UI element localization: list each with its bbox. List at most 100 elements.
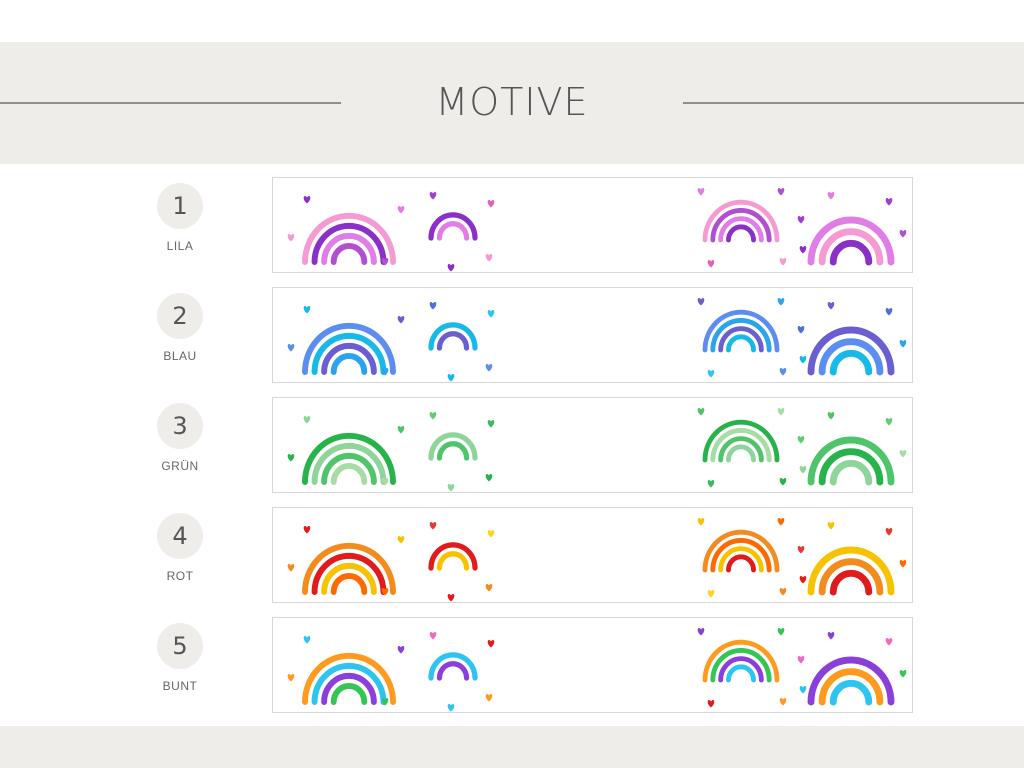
heart-icon <box>707 480 715 488</box>
footer-band <box>0 726 1024 768</box>
motif-number-badge: 1 <box>157 183 203 229</box>
heart-icon <box>429 302 437 310</box>
rainbow-pattern <box>287 188 907 272</box>
heart-icon <box>797 436 805 444</box>
heart-icon <box>827 302 835 310</box>
rainbow-icon <box>807 656 895 706</box>
heart-icon <box>397 536 405 544</box>
motif-number-badge: 2 <box>157 293 203 339</box>
heart-icon <box>797 656 805 664</box>
motif-number-badge: 5 <box>157 623 203 669</box>
heart-icon <box>885 198 893 206</box>
heart-icon <box>287 674 295 682</box>
heart-icon <box>287 454 295 462</box>
heart-icon <box>797 216 805 224</box>
heart-icon <box>487 640 495 648</box>
heart-icon <box>485 254 493 262</box>
heart-icon <box>487 310 495 318</box>
header-band: MOTIVE <box>0 42 1024 164</box>
heart-icon <box>799 686 807 694</box>
heart-icon <box>707 260 715 268</box>
motif-number-badge: 3 <box>157 403 203 449</box>
motif-row[interactable]: 4 ROT <box>0 507 1024 605</box>
rainbow-icon <box>302 432 396 485</box>
rainbow-icon <box>702 199 780 243</box>
heart-icon <box>487 530 495 538</box>
rainbow-icon <box>807 326 895 376</box>
heart-icon <box>487 200 495 208</box>
rainbow-pattern <box>287 628 907 712</box>
motif-label: ROT <box>166 569 194 583</box>
rainbow-icon <box>702 639 780 683</box>
rainbow-icon <box>428 652 478 681</box>
heart-icon <box>779 588 787 596</box>
heart-icon <box>899 230 907 238</box>
heart-icon <box>287 564 295 572</box>
heart-icon <box>777 628 785 636</box>
heart-icon <box>899 560 907 568</box>
heart-icon <box>797 326 805 334</box>
heart-icon <box>303 196 311 204</box>
heart-icon <box>707 590 715 598</box>
heart-icon <box>447 704 455 712</box>
rainbow-pattern <box>287 518 907 602</box>
rainbow-pattern-strip <box>272 177 913 273</box>
heart-icon <box>429 412 437 420</box>
rainbow-icon <box>428 322 478 351</box>
heart-icon <box>303 416 311 424</box>
heart-icon <box>487 420 495 428</box>
heart-icon <box>779 258 787 266</box>
heart-icon <box>885 528 893 536</box>
heart-icon <box>777 518 785 526</box>
heart-icon <box>777 298 785 306</box>
heart-icon <box>397 206 405 214</box>
heart-icon <box>697 518 705 526</box>
heart-icon <box>707 700 715 708</box>
motif-row[interactable]: 2 BLAU <box>0 287 1024 385</box>
heart-icon <box>397 426 405 434</box>
heart-icon <box>485 694 493 702</box>
heart-icon <box>447 484 455 492</box>
heart-icon <box>447 264 455 272</box>
motif-label: LILA <box>166 239 194 253</box>
motif-row[interactable]: 1 LILA <box>0 177 1024 275</box>
heart-icon <box>707 370 715 378</box>
heart-icon <box>697 298 705 306</box>
heart-icon <box>697 408 705 416</box>
rainbow-pattern <box>287 298 907 382</box>
heart-icon <box>697 188 705 196</box>
heart-icon <box>397 646 405 654</box>
rainbow-icon <box>428 542 478 571</box>
heart-icon <box>827 522 835 530</box>
heart-icon <box>799 576 807 584</box>
rainbow-icon <box>302 212 396 265</box>
heart-icon <box>885 638 893 646</box>
rainbow-icon <box>807 546 895 596</box>
heart-icon <box>779 368 787 376</box>
heart-icon <box>429 192 437 200</box>
heart-icon <box>827 192 835 200</box>
heart-icon <box>899 340 907 348</box>
rainbow-pattern-strip <box>272 617 913 713</box>
heart-icon <box>799 246 807 254</box>
rainbow-pattern <box>287 408 907 492</box>
heart-icon <box>779 698 787 706</box>
heart-icon <box>797 546 805 554</box>
rainbow-pattern-strip <box>272 397 913 493</box>
heart-icon <box>397 316 405 324</box>
page-title: MOTIVE <box>435 80 589 124</box>
motif-row[interactable]: 5 BUNT <box>0 617 1024 715</box>
heart-icon <box>777 408 785 416</box>
heart-icon <box>303 526 311 534</box>
rainbow-icon <box>302 322 396 375</box>
motif-label: BLAU <box>163 349 197 363</box>
heart-icon <box>447 374 455 382</box>
rainbow-icon <box>302 542 396 595</box>
heart-icon <box>827 632 835 640</box>
rainbow-icon <box>702 419 780 463</box>
rainbow-icon <box>428 212 478 241</box>
motif-row[interactable]: 3 GRÜN <box>0 397 1024 495</box>
heart-icon <box>485 584 493 592</box>
heart-icon <box>429 632 437 640</box>
heart-icon <box>485 364 493 372</box>
